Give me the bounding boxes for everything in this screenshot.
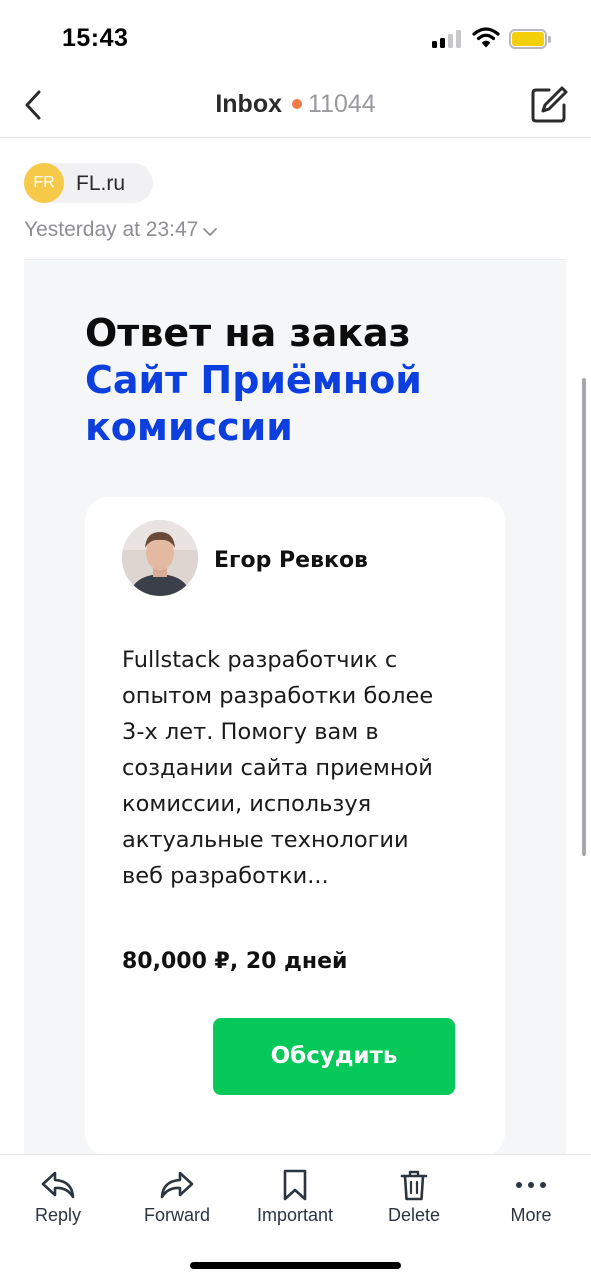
wifi-icon bbox=[472, 27, 500, 48]
unread-dot bbox=[292, 98, 302, 109]
delete-button[interactable]: Delete bbox=[359, 1169, 469, 1231]
bookmark-icon bbox=[283, 1169, 307, 1201]
reply-button[interactable]: Reply bbox=[3, 1169, 113, 1231]
status-bar: 15:43 bbox=[0, 0, 591, 70]
email-date-row[interactable]: Yesterday at 23:47 bbox=[24, 218, 218, 246]
home-indicator bbox=[190, 1262, 401, 1269]
more-button[interactable]: More bbox=[476, 1169, 586, 1231]
important-label: Important bbox=[256, 1205, 334, 1225]
forward-button[interactable]: Forward bbox=[122, 1169, 232, 1231]
unread-count: 11044 bbox=[308, 90, 376, 118]
email-headline: Ответ на заказ Сайт Приёмной комиссии bbox=[85, 310, 515, 451]
freelancer-name: Егор Ревков bbox=[214, 548, 368, 573]
delete-label: Delete bbox=[387, 1205, 441, 1225]
more-label: More bbox=[510, 1205, 552, 1225]
nav-title-group: Inbox 11044 bbox=[0, 90, 591, 119]
important-button[interactable]: Important bbox=[240, 1169, 350, 1231]
compose-icon[interactable] bbox=[529, 85, 569, 125]
proposal-text: Fullstack разработчик с опытом разработк… bbox=[122, 647, 434, 889]
battery-icon bbox=[509, 29, 551, 49]
email-body: Ответ на заказ Сайт Приёмной комиссии Ег… bbox=[24, 259, 566, 1154]
reply-label: Reply bbox=[34, 1205, 82, 1225]
nav-bar: Inbox 11044 bbox=[0, 70, 591, 138]
discuss-button[interactable]: Обсудить bbox=[213, 1018, 455, 1095]
forward-icon bbox=[160, 1171, 194, 1199]
nav-title: Inbox bbox=[215, 90, 282, 118]
reply-icon bbox=[41, 1171, 75, 1199]
proposal-price: 80,000 ₽, 20 дней bbox=[122, 949, 348, 974]
trash-icon bbox=[400, 1170, 428, 1201]
freelancer-avatar bbox=[122, 520, 198, 596]
sender-chip[interactable]: FR FL.ru bbox=[24, 163, 153, 203]
project-link[interactable]: Сайт Приёмной комиссии bbox=[85, 358, 422, 449]
headline-text: Ответ на заказ bbox=[85, 311, 411, 355]
more-icon bbox=[516, 1182, 546, 1188]
chevron-down-icon bbox=[203, 227, 218, 236]
sender-name: FL.ru bbox=[76, 172, 126, 195]
scrollbar bbox=[582, 378, 586, 856]
signal-icon bbox=[432, 30, 464, 48]
status-time: 15:43 bbox=[62, 24, 129, 52]
proposal-card: Егор Ревков Fullstack разработчик с опыт… bbox=[85, 497, 505, 1154]
sender-avatar: FR bbox=[24, 163, 64, 203]
forward-label: Forward bbox=[143, 1205, 210, 1225]
email-date: Yesterday at 23:47 bbox=[24, 218, 199, 241]
